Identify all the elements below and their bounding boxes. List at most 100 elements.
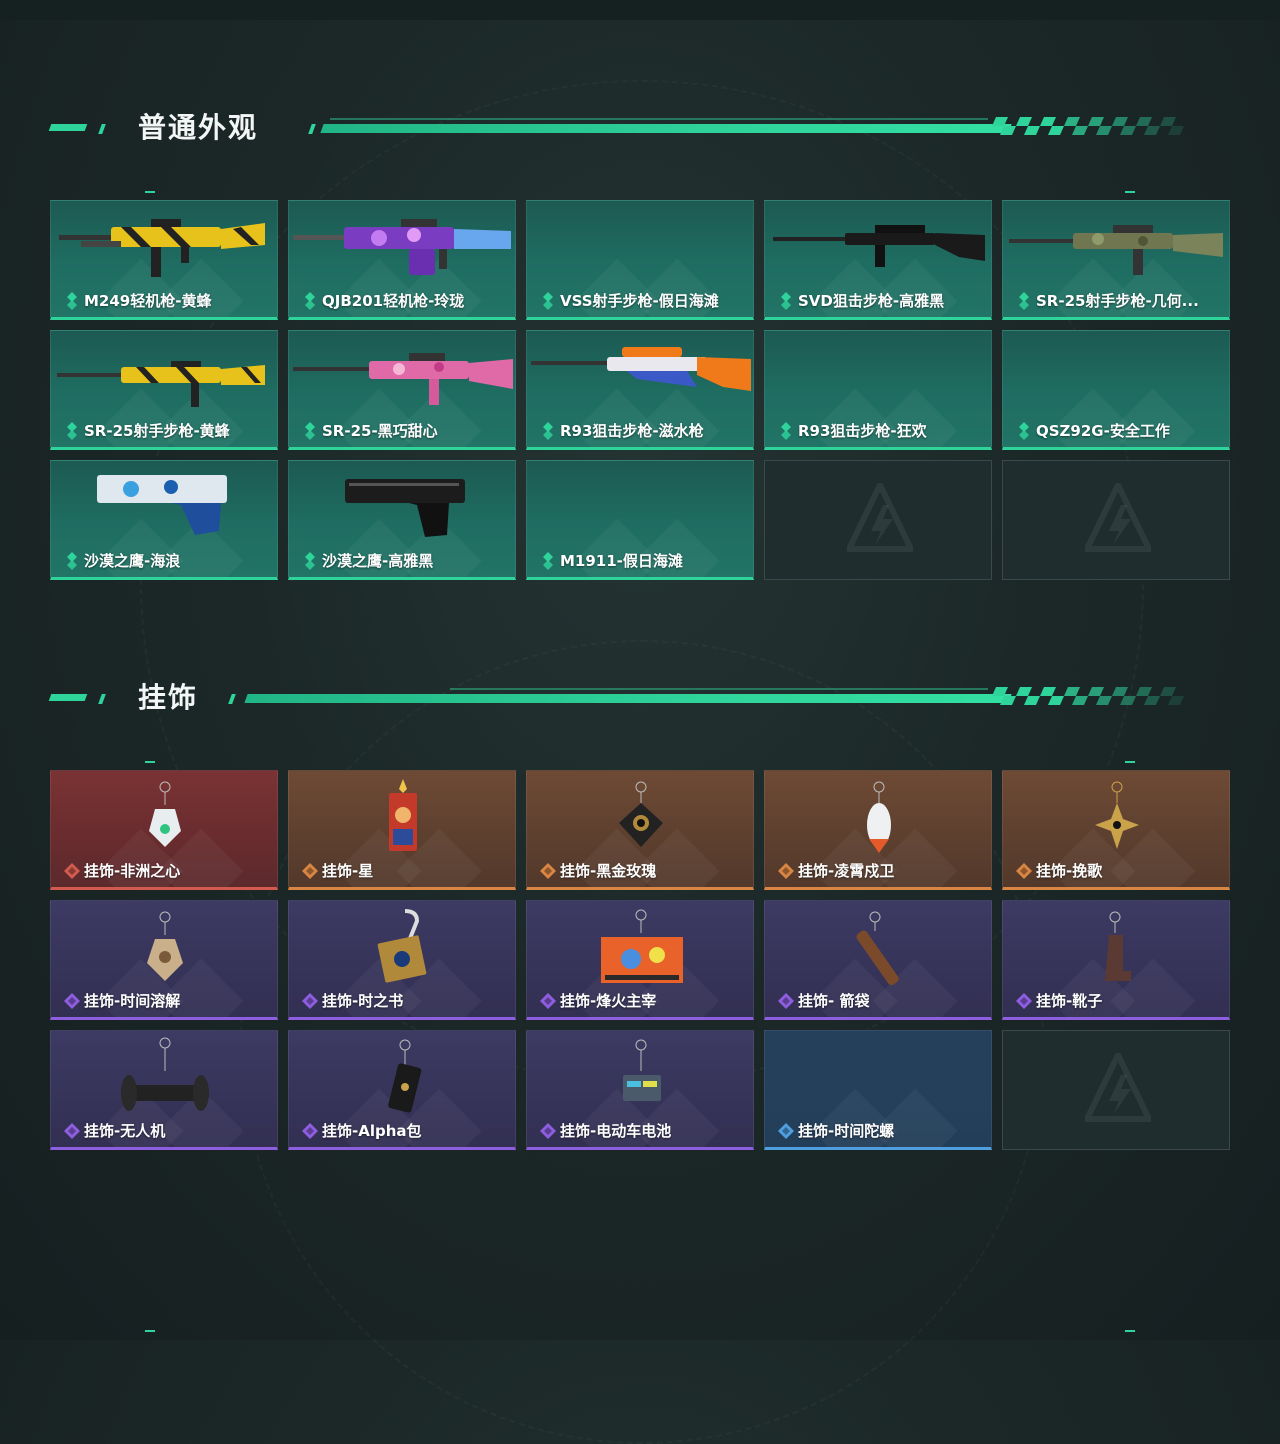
- rarity-icon: [303, 422, 317, 440]
- item-label: 挂饰-烽火主宰: [560, 992, 657, 1010]
- empty-slot[interactable]: [1002, 460, 1230, 580]
- skin-card[interactable]: 沙漠之鹰-高雅黑: [288, 460, 516, 580]
- header-bar: [320, 124, 1012, 133]
- skin-card[interactable]: M1911-假日海滩: [526, 460, 754, 580]
- charms-grid: 挂饰-非洲之心 挂饰-星 挂饰-黑金玫瑰 挂饰-凌霄戍卫 挂饰-挽歌 挂饰-时间溶解 挂饰-…: [50, 770, 1230, 1150]
- charm-card[interactable]: 挂饰-黑金玫瑰: [526, 770, 754, 890]
- item-label: 沙漠之鹰-海浪: [84, 552, 181, 570]
- item-label: R93狙击步枪-狂欢: [798, 422, 927, 440]
- header-accent: [98, 124, 106, 134]
- header-accent: [308, 124, 316, 134]
- corner-tick: [145, 761, 155, 763]
- rarity-icon: [539, 1122, 557, 1140]
- skins-grid: M249轻机枪-黄蜂 QJB201轻机枪-玲珑 VSS射手步枪-假日海滩 SVD狙击步…: [50, 200, 1230, 580]
- item-image: [1003, 205, 1229, 285]
- item-label: SR-25射手步枪-黄蜂: [84, 422, 230, 440]
- item-label: R93狙击步枪-滋水枪: [560, 422, 704, 440]
- checker-pattern: [992, 687, 1184, 705]
- charm-card[interactable]: 挂饰-靴子: [1002, 900, 1230, 1020]
- item-label: 挂饰-时之书: [322, 992, 404, 1010]
- rarity-icon: [777, 992, 795, 1010]
- charm-card[interactable]: 挂饰-凌霄戍卫: [764, 770, 992, 890]
- charm-card[interactable]: 挂饰-Alpha包: [288, 1030, 516, 1150]
- item-image: [289, 335, 515, 415]
- corner-tick: [1125, 191, 1135, 193]
- charm-card[interactable]: 挂饰-时之书: [288, 900, 516, 1020]
- corner-tick: [145, 1330, 155, 1332]
- empty-slot[interactable]: [1002, 1030, 1230, 1150]
- item-image: [765, 775, 991, 855]
- rarity-icon: [303, 292, 317, 310]
- charm-card[interactable]: 挂饰-星: [288, 770, 516, 890]
- charm-card[interactable]: 挂饰- 箭袋: [764, 900, 992, 1020]
- rarity-icon: [1017, 422, 1031, 440]
- header-accent: [228, 694, 236, 704]
- item-image: [765, 205, 991, 285]
- skin-card[interactable]: SR-25-黑巧甜心: [288, 330, 516, 450]
- item-image: [1003, 775, 1229, 855]
- rarity-icon: [63, 1122, 81, 1140]
- item-label: 沙漠之鹰-高雅黑: [322, 552, 434, 570]
- charm-card[interactable]: 挂饰-无人机: [50, 1030, 278, 1150]
- item-image: [51, 465, 277, 545]
- item-image: [765, 905, 991, 986]
- item-label: SR-25-黑巧甜心: [322, 422, 438, 440]
- skin-card[interactable]: M249轻机枪-黄蜂: [50, 200, 278, 320]
- item-image: [527, 905, 753, 985]
- rarity-icon: [65, 292, 79, 310]
- section-title: 普通外观: [138, 111, 259, 144]
- item-image: [1003, 905, 1229, 985]
- item-label: M249轻机枪-黄蜂: [84, 292, 212, 310]
- skin-card[interactable]: R93狙击步枪-狂欢: [764, 330, 992, 450]
- header-accent: [98, 694, 106, 704]
- skin-card[interactable]: SR-25射手步枪-几何...: [1002, 200, 1230, 320]
- rarity-icon: [541, 552, 555, 570]
- item-label: 挂饰-电动车电池: [560, 1122, 672, 1140]
- skin-card[interactable]: SR-25射手步枪-黄蜂: [50, 330, 278, 450]
- item-image: [289, 205, 515, 285]
- item-label: SVD狙击步枪-高雅黑: [798, 292, 945, 310]
- item-image: [51, 205, 277, 285]
- rarity-icon: [301, 862, 319, 880]
- rarity-icon: [63, 862, 81, 880]
- header-accent: [48, 124, 88, 131]
- rarity-icon: [301, 1122, 319, 1140]
- charm-card[interactable]: 挂饰-电动车电池: [526, 1030, 754, 1150]
- item-label: SR-25射手步枪-几何...: [1036, 292, 1199, 310]
- rarity-icon: [65, 552, 79, 570]
- charm-card[interactable]: 挂饰-挽歌: [1002, 770, 1230, 890]
- rarity-icon: [1015, 992, 1033, 1010]
- rarity-icon: [303, 552, 317, 570]
- charm-card[interactable]: 挂饰-非洲之心: [50, 770, 278, 890]
- item-label: 挂饰-非洲之心: [84, 862, 181, 880]
- item-image: [527, 1035, 753, 1115]
- item-label: 挂饰-凌霄戍卫: [798, 862, 895, 880]
- skin-card[interactable]: R93狙击步枪-滋水枪: [526, 330, 754, 450]
- corner-tick: [1125, 1330, 1135, 1332]
- top-strip: [0, 0, 1280, 20]
- section-title: 挂饰: [138, 681, 199, 714]
- rarity-icon: [779, 422, 793, 440]
- skin-card[interactable]: VSS射手步枪-假日海滩: [526, 200, 754, 320]
- corner-tick: [145, 191, 155, 193]
- item-image: [51, 1035, 277, 1115]
- section-header-skins: 普通外观: [0, 112, 1280, 152]
- rarity-icon: [1015, 862, 1033, 880]
- item-image: [51, 775, 277, 855]
- item-image: [289, 905, 515, 985]
- charm-card[interactable]: 挂饰-时间溶解: [50, 900, 278, 1020]
- empty-slot[interactable]: [764, 460, 992, 580]
- charm-card[interactable]: 挂饰-时间陀螺: [764, 1030, 992, 1150]
- item-label: 挂饰-挽歌: [1036, 862, 1103, 880]
- charm-card[interactable]: 挂饰-烽火主宰: [526, 900, 754, 1020]
- skin-card[interactable]: QJB201轻机枪-玲珑: [288, 200, 516, 320]
- item-label: 挂饰-黑金玫瑰: [560, 862, 657, 880]
- rarity-icon: [539, 862, 557, 880]
- skin-card[interactable]: QSZ92G-安全工作: [1002, 330, 1230, 450]
- rarity-icon: [63, 992, 81, 1010]
- checker-pattern: [992, 117, 1184, 135]
- rarity-icon: [541, 292, 555, 310]
- section-header-charms: 挂饰: [0, 682, 1280, 722]
- skin-card[interactable]: 沙漠之鹰-海浪: [50, 460, 278, 580]
- skin-card[interactable]: SVD狙击步枪-高雅黑: [764, 200, 992, 320]
